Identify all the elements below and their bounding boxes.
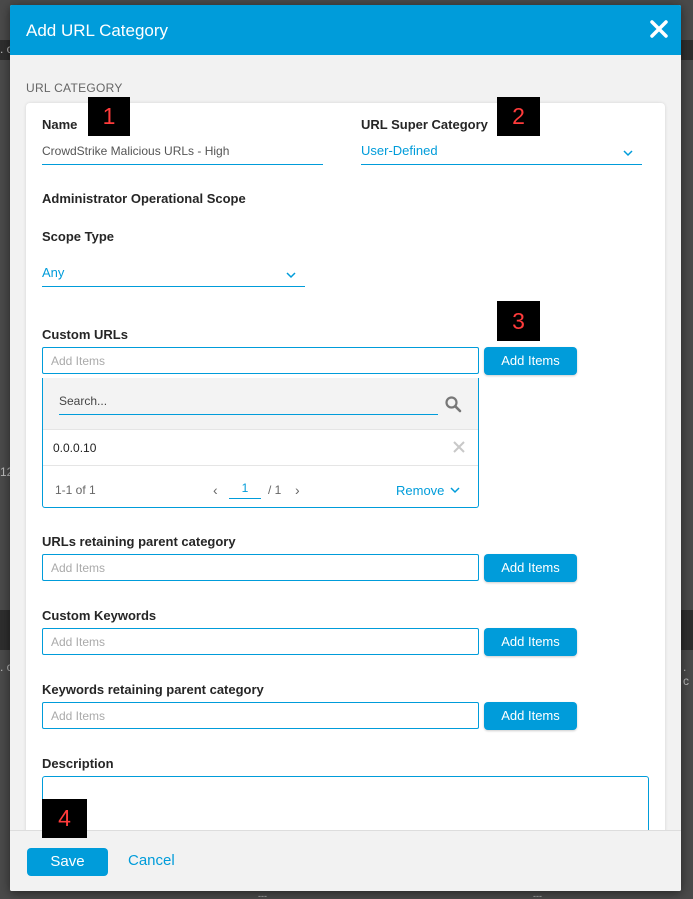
custom-keywords-input[interactable]: Add Items (42, 628, 479, 655)
urls-retaining-input[interactable]: Add Items (42, 554, 479, 581)
name-label: Name (42, 117, 78, 132)
chevron-down-icon[interactable] (286, 268, 296, 279)
chevron-down-icon[interactable] (623, 146, 633, 157)
annotation-marker: 1 (88, 97, 130, 136)
page-number-input[interactable]: 1 (229, 481, 261, 499)
background-text: --- (258, 891, 267, 899)
custom-urls-search-input[interactable]: Search... (59, 394, 438, 415)
cancel-button[interactable]: Cancel (128, 852, 175, 869)
keywords-retaining-input[interactable]: Add Items (42, 702, 479, 729)
search-area: Search... (43, 378, 478, 430)
urls-retaining-label: URLs retaining parent category (42, 534, 236, 549)
pagination-total: / 1 (268, 483, 282, 497)
keywords-retaining-add-button[interactable]: Add Items (484, 702, 577, 730)
custom-keywords-label: Custom Keywords (42, 608, 157, 623)
chevron-right-icon[interactable]: › (295, 482, 300, 498)
list-item: 0.0.0.10 (43, 431, 478, 466)
description-label: Description (42, 756, 114, 771)
add-url-category-dialog: Add URL Category URL CATEGORY Name Crowd… (10, 5, 681, 891)
background-text: --- (533, 891, 542, 899)
remove-label: Remove (396, 483, 445, 498)
scope-type-select[interactable]: Any (42, 265, 305, 287)
dialog-title: Add URL Category (26, 21, 169, 40)
save-button[interactable]: Save (27, 848, 108, 876)
search-icon[interactable] (444, 395, 462, 413)
keywords-retaining-label: Keywords retaining parent category (42, 682, 264, 697)
super-category-label: URL Super Category (361, 117, 488, 132)
section-label: URL CATEGORY (26, 81, 123, 95)
close-icon[interactable] (646, 16, 672, 42)
url-item-text: 0.0.0.10 (53, 441, 97, 455)
pagination-range: 1-1 of 1 (55, 483, 96, 497)
super-category-select[interactable]: User-Defined (361, 143, 642, 165)
chevron-left-icon[interactable]: ‹ (213, 482, 218, 498)
scope-type-label: Scope Type (42, 229, 115, 244)
custom-urls-label: Custom URLs (42, 327, 128, 342)
custom-urls-list-panel: Search... 0.0.0.10 1-1 of 1 ‹ 1 / 1 › Re… (42, 378, 479, 508)
dialog-header: Add URL Category (10, 5, 681, 55)
annotation-marker: 4 (42, 799, 87, 838)
close-icon[interactable] (453, 441, 465, 453)
annotation-marker: 3 (497, 301, 540, 341)
admin-scope-label: Administrator Operational Scope (42, 191, 246, 206)
annotation-marker: 2 (497, 97, 540, 136)
remove-dropdown-button[interactable]: Remove (396, 483, 460, 498)
name-input[interactable]: CrowdStrike Malicious URLs - High (42, 144, 323, 165)
dialog-footer: Save Cancel (10, 830, 681, 891)
custom-urls-add-button[interactable]: Add Items (484, 347, 577, 375)
background-text: . c (683, 660, 689, 688)
custom-keywords-add-button[interactable]: Add Items (484, 628, 577, 656)
urls-retaining-add-button[interactable]: Add Items (484, 554, 577, 582)
custom-urls-input[interactable]: Add Items (42, 347, 479, 374)
